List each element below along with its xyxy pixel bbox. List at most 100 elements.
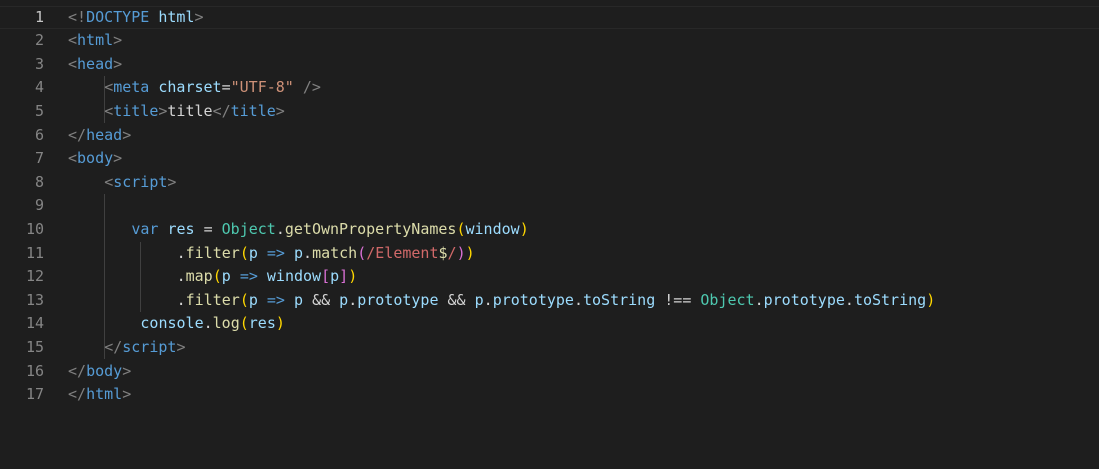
code-token: . [176,267,186,286]
code-token: window [266,267,322,286]
line-number: 5 [34,101,44,120]
code-line[interactable]: 11 .filter(p => p.match(/Element$/)) [0,242,1099,266]
line-number: 16 [25,361,44,380]
code-token: . [275,219,285,238]
code-line[interactable]: 4 <meta charset="UTF-8" /> [0,76,1099,100]
code-token: script [113,172,168,191]
line-content: <head> [68,53,122,77]
code-token: => [266,243,285,262]
code-token: . [754,290,764,309]
line-number: 8 [34,172,44,191]
code-token: DOCTYPE [86,7,150,26]
code-token: title [113,101,159,120]
code-token: < [104,101,114,120]
code-line[interactable]: 12 .map(p => window[p]) [0,265,1099,289]
code-token: </ [68,385,87,404]
code-token: / [447,243,457,262]
code-token: /> [302,78,321,97]
code-token: /Element [366,243,439,262]
code-token: > [113,54,123,73]
line-number: 17 [25,385,44,404]
code-line[interactable]: 2 <html> [0,29,1099,53]
line-number: 13 [25,290,44,309]
code-token: . [176,243,186,262]
code-token: prototype [357,290,439,309]
code-token: = [221,78,231,97]
line-number: 10 [25,219,44,238]
code-line[interactable]: 3 <head> [0,53,1099,77]
code-token: > [167,172,177,191]
line-number: 11 [25,243,44,262]
code-line[interactable]: 17 </html> [0,383,1099,407]
code-token: head [86,125,123,144]
code-token: res [167,219,195,238]
code-token: = [203,219,213,238]
code-token: ( [212,267,222,286]
code-token: < [104,172,114,191]
code-token: title [230,101,276,120]
code-token: > [275,101,285,120]
line-number: 14 [25,314,44,333]
code-token: getOwnPropertyNames [284,219,457,238]
code-token: < [104,78,114,97]
code-line[interactable]: 13 .filter(p => p && p.prototype && p.pro… [0,289,1099,313]
code-token: . [483,290,493,309]
line-number: 6 [34,125,44,144]
code-token: => [239,267,258,286]
code-token: > [113,31,123,50]
code-token: . [348,290,358,309]
code-token: ) [465,243,475,262]
code-token: html [77,31,114,50]
code-token: . [303,243,313,262]
code-token: ) [348,267,358,286]
code-line[interactable]: 7 <body> [0,147,1099,171]
code-editor[interactable]: 1 <!DOCTYPE html> 2 <html> 3 <head> 4 <meta cha… [0,0,1099,469]
code-line[interactable]: 10 var res = Object.getOwnPropertyNames(w… [0,218,1099,242]
code-token: > [176,337,186,356]
line-content: .filter(p => p.match(/Element$/)) [177,242,475,266]
code-token: window [465,219,520,238]
line-content: <body> [68,147,122,171]
code-token: < [68,31,78,50]
code-token: title [167,101,213,120]
line-content: .map(p => window[p]) [177,265,358,289]
line-number: 12 [25,267,44,286]
code-token: html [158,7,195,26]
code-token: html [86,385,123,404]
code-token: var [131,219,159,238]
code-line[interactable]: 9 [0,194,1099,218]
code-line[interactable]: 16 </body> [0,360,1099,384]
code-line[interactable]: 14 console.log(res) [0,312,1099,336]
code-token: </ [68,361,87,380]
line-content: <script> [104,171,176,195]
code-token: prototype [492,290,574,309]
code-line[interactable]: 8 <script> [0,171,1099,195]
code-line[interactable]: 5 <title>title</title> [0,100,1099,124]
code-token: > [194,7,204,26]
code-token: filter [185,290,240,309]
code-token: body [86,361,123,380]
code-token: </ [212,101,231,120]
line-content: </head> [68,124,131,148]
code-line[interactable]: 15 </script> [0,336,1099,360]
code-token: . [203,314,213,333]
line-number: 4 [34,78,44,97]
code-token: res [248,314,276,333]
code-line[interactable]: 6 </head> [0,124,1099,148]
line-number: 1 [34,7,44,26]
line-number: 3 [34,54,44,73]
code-token: ( [239,314,249,333]
code-token: charset [158,78,222,97]
code-token: . [844,290,854,309]
line-number: 15 [25,337,44,356]
code-line[interactable]: 1 <!DOCTYPE html> [0,5,1099,30]
code-token: < [68,149,78,168]
code-token: p [248,290,258,309]
code-token: filter [185,243,240,262]
